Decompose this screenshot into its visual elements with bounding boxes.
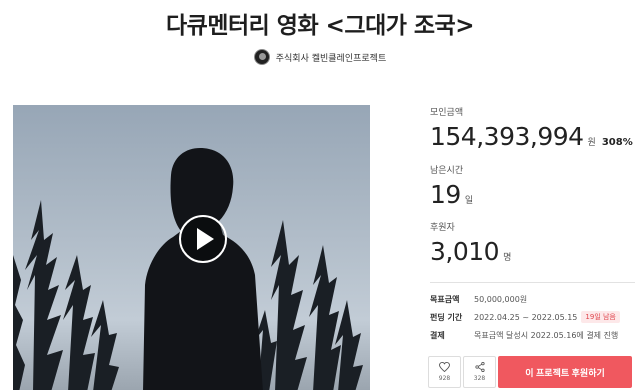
share-count: 328 xyxy=(473,375,486,382)
time-label: 남은시간 xyxy=(430,166,464,176)
period-label: 펀딩 기간 xyxy=(430,312,463,322)
creator[interactable]: 주식회사 켈빈클레인프로젝트 xyxy=(0,49,640,65)
page-title: 다큐멘터리 영화 <그대가 조국> xyxy=(166,13,475,39)
raised-block: 모인금액 154,393,994 원 308% xyxy=(430,105,633,151)
period-value: 2022.04.25 ~ 2022.05.15 xyxy=(474,312,578,322)
share-button[interactable]: 328 xyxy=(463,356,496,388)
like-button[interactable]: 928 xyxy=(428,356,461,388)
time-block: 남은시간 19 일 xyxy=(430,163,473,209)
goal-value: 50,000,000원 xyxy=(474,294,528,304)
raised-unit: 원 xyxy=(587,138,596,148)
backers-unit: 명 xyxy=(503,253,512,263)
goal-row: 목표금액 50,000,000원 xyxy=(430,290,635,308)
video-player[interactable] xyxy=(13,105,370,390)
time-value: 19 xyxy=(430,180,461,209)
raised-percent: 308% xyxy=(601,137,633,148)
backers-label: 후원자 xyxy=(430,223,455,233)
creator-name[interactable]: 주식회사 켈빈클레인프로젝트 xyxy=(276,51,387,64)
days-left-badge: 19일 남음 xyxy=(581,311,620,323)
divider xyxy=(430,282,635,283)
funding-info: 목표금액 50,000,000원 펀딩 기간 2022.04.25 ~ 2022… xyxy=(430,290,635,344)
share-icon xyxy=(474,362,485,372)
avatar xyxy=(253,49,270,65)
like-count: 928 xyxy=(438,375,451,382)
payment-value: 목표금액 달성시 2022.05.16에 결제 진행 xyxy=(474,330,619,340)
play-icon[interactable] xyxy=(179,215,227,263)
backers-value: 3,010 xyxy=(430,237,500,266)
period-row: 펀딩 기간 2022.04.25 ~ 2022.05.15 19일 남음 xyxy=(430,308,635,326)
heart-icon xyxy=(439,362,450,372)
time-unit: 일 xyxy=(464,196,474,206)
goal-label: 목표금액 xyxy=(430,294,460,304)
fund-project-button[interactable]: 이 프로젝트 후원하기 xyxy=(498,356,632,388)
backers-block: 후원자 3,010 명 xyxy=(430,220,511,266)
payment-label: 결제 xyxy=(430,330,445,340)
raised-label: 모인금액 xyxy=(430,108,464,118)
payment-row: 결제 목표금액 달성시 2022.05.16에 결제 진행 xyxy=(430,326,635,344)
raised-value: 154,393,994 xyxy=(430,122,584,151)
